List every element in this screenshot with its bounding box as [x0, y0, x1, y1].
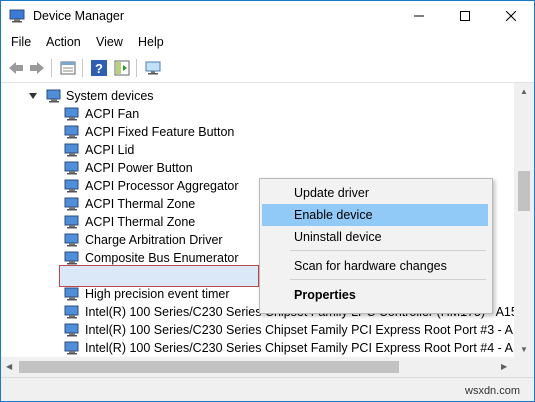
- device-icon: [64, 341, 79, 355]
- window-title: Device Manager: [33, 9, 125, 23]
- device-item-label: Intel(R) 100 Series/C230 Series Chipset …: [85, 323, 514, 337]
- minimize-button[interactable]: [396, 1, 442, 31]
- scroll-up-icon[interactable]: ▲: [520, 87, 528, 96]
- device-icon: [64, 161, 79, 175]
- device-item-label: Charge Arbitration Driver: [85, 233, 223, 247]
- title-bar: Device Manager: [1, 1, 534, 31]
- status-bar: [1, 377, 534, 401]
- selected-device-highlight: [59, 265, 259, 287]
- device-item-label: Intel(R) 100 Series/C230 Series Chipset …: [85, 341, 514, 355]
- back-arrow-icon[interactable]: [7, 59, 25, 77]
- scrollbar-corner: [514, 357, 534, 377]
- device-item-label: ACPI Thermal Zone: [85, 197, 196, 211]
- device-item-label: ACPI Processor Aggregator: [85, 179, 239, 193]
- show-hide-console-tree-icon[interactable]: [113, 59, 131, 77]
- scroll-right-icon[interactable]: ▶: [501, 362, 507, 371]
- device-item-label: ACPI Fixed Feature Button: [85, 125, 235, 139]
- device-item-label: ACPI Thermal Zone: [85, 215, 196, 229]
- device-icon: [64, 125, 79, 139]
- menu-bar: File Action View Help: [1, 31, 534, 53]
- maximize-icon: [460, 11, 470, 21]
- category-label: System devices: [66, 89, 154, 103]
- device-icon: [64, 305, 79, 319]
- menu-separator: [290, 250, 486, 251]
- scan-hardware-icon[interactable]: [144, 59, 162, 77]
- toolbar-separator: [51, 59, 52, 77]
- device-item-label: ACPI Fan: [85, 107, 140, 121]
- maximize-button[interactable]: [442, 1, 488, 31]
- context-menu: Update driver Enable device Uninstall de…: [259, 178, 493, 314]
- system-devices-icon: [46, 89, 61, 103]
- horizontal-scroll-thumb[interactable]: [19, 361, 399, 373]
- device-icon: [64, 197, 79, 211]
- menu-view[interactable]: View: [96, 35, 123, 49]
- menu-item-enable-device[interactable]: Enable device: [262, 204, 488, 226]
- toolbar-separator: [136, 59, 137, 77]
- device-item-label: ACPI Lid: [85, 143, 135, 157]
- menu-item-scan-hardware[interactable]: Scan for hardware changes: [262, 255, 488, 277]
- toolbar-separator: [82, 59, 83, 77]
- watermark: wsxdn.com: [465, 385, 521, 397]
- device-manager-window: Device Manager File Action View Help ? S…: [0, 0, 535, 402]
- menu-item-uninstall-device[interactable]: Uninstall device: [262, 226, 488, 248]
- minimize-icon: [414, 15, 424, 17]
- help-icon[interactable]: ?: [90, 59, 108, 77]
- device-item-label: High precision event timer: [85, 287, 230, 301]
- menu-help[interactable]: Help: [138, 35, 164, 49]
- vertical-scrollbar[interactable]: ▲ ▼: [514, 83, 534, 357]
- menu-item-update-driver[interactable]: Update driver: [262, 182, 488, 204]
- device-icon: [64, 323, 79, 337]
- properties-icon[interactable]: [59, 59, 77, 77]
- toolbar: ?: [1, 54, 534, 83]
- device-icon: [64, 233, 79, 247]
- menu-item-properties[interactable]: Properties: [262, 284, 488, 306]
- menu-file[interactable]: File: [11, 35, 31, 49]
- scroll-down-icon[interactable]: ▼: [520, 345, 528, 354]
- device-icon: [64, 251, 79, 265]
- scroll-left-icon[interactable]: ◀: [6, 362, 12, 371]
- device-icon: [64, 287, 79, 301]
- chevron-down-icon[interactable]: [29, 92, 37, 100]
- device-item-label: Composite Bus Enumerator: [85, 251, 239, 265]
- vertical-scroll-thumb[interactable]: [518, 171, 530, 211]
- svg-text:?: ?: [95, 61, 103, 76]
- horizontal-scrollbar[interactable]: ◀ ▶: [1, 357, 514, 377]
- close-icon: [506, 11, 516, 21]
- device-manager-icon: [9, 9, 25, 23]
- device-icon: [64, 143, 79, 157]
- forward-arrow-icon[interactable]: [28, 59, 46, 77]
- menu-separator: [290, 279, 486, 280]
- device-item-label: ACPI Power Button: [85, 161, 193, 175]
- close-button[interactable]: [488, 1, 534, 31]
- device-icon: [64, 107, 79, 121]
- device-icon: [64, 179, 79, 193]
- menu-action[interactable]: Action: [46, 35, 81, 49]
- device-icon: [64, 215, 79, 229]
